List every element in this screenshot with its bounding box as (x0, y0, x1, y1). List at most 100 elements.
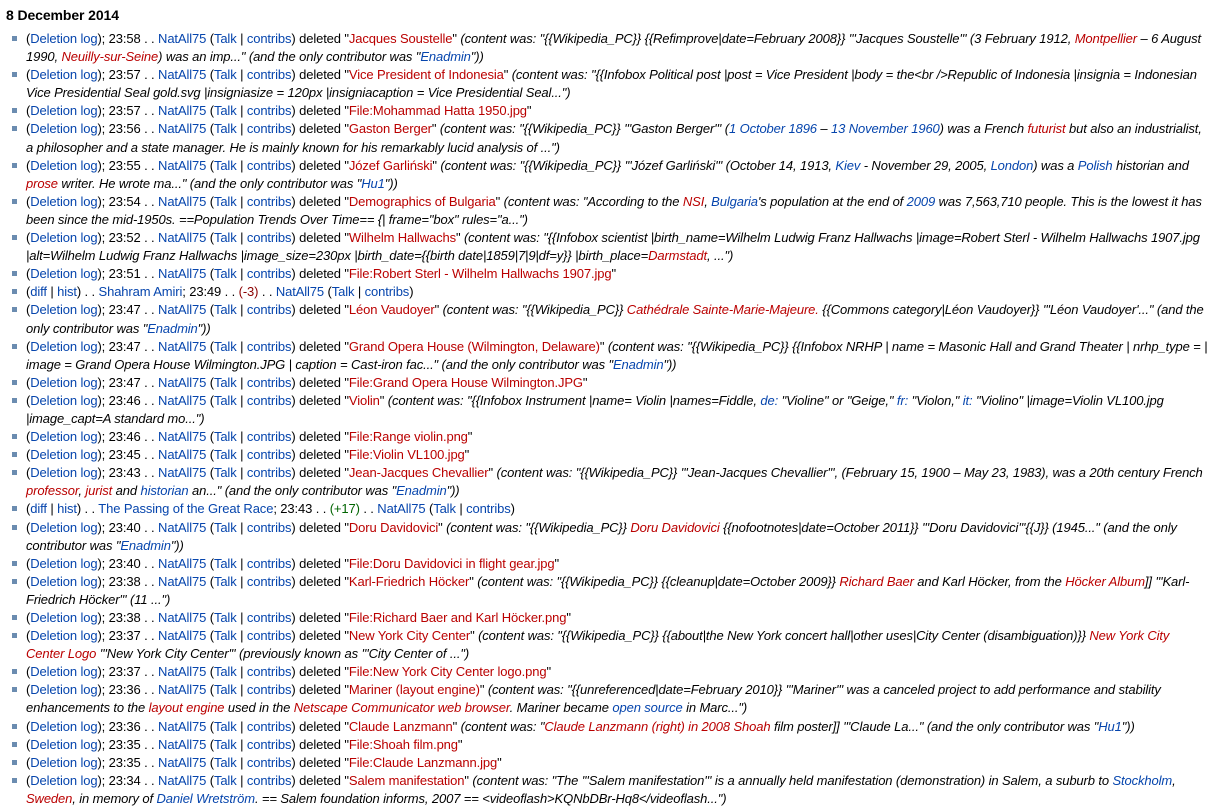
deletion-log-link[interactable]: Deletion log (30, 429, 97, 444)
deleted-page-link[interactable]: Grand Opera House (Wilmington, Delaware) (349, 339, 600, 354)
summary-link[interactable]: Höcker Album (1065, 574, 1145, 589)
summary-link[interactable]: Neuilly-sur-Seine (61, 49, 158, 64)
deleted-page-link[interactable]: Doru Davidovici (349, 520, 438, 535)
summary-link[interactable]: Bulgaria (711, 194, 758, 209)
summary-link[interactable]: it: (963, 393, 973, 408)
user-link[interactable]: NatAll75 (158, 31, 206, 46)
deletion-log-link[interactable]: Deletion log (30, 393, 97, 408)
summary-link[interactable]: Enadmin (420, 49, 471, 64)
summary-link[interactable]: Claude Lanzmann (right) in 2008 Shoah (544, 719, 770, 734)
summary-link[interactable]: NSI (683, 194, 704, 209)
user-link[interactable]: NatAll75 (158, 302, 206, 317)
user-link[interactable]: NatAll75 (158, 375, 206, 390)
summary-link[interactable]: Richard Baer (839, 574, 914, 589)
deletion-log-link[interactable]: Deletion log (30, 465, 97, 480)
user-link[interactable]: NatAll75 (158, 103, 206, 118)
summary-link[interactable]: open source (612, 700, 682, 715)
user-link[interactable]: NatAll75 (158, 447, 206, 462)
deleted-page-link[interactable]: File:Grand Opera House Wilmington.JPG (349, 375, 583, 390)
user-link[interactable]: NatAll75 (158, 737, 206, 752)
user-contribs-link[interactable]: contribs (247, 393, 292, 408)
user-contribs-link[interactable]: contribs (247, 194, 292, 209)
deleted-page-link[interactable]: Karl-Friedrich Höcker (349, 574, 469, 589)
summary-link[interactable]: professor (26, 483, 79, 498)
deletion-log-link[interactable]: Deletion log (30, 628, 97, 643)
deleted-page-link[interactable]: File:Robert Sterl - Wilhelm Hallwachs 19… (349, 266, 612, 281)
deleted-page-link[interactable]: Salem manifestation (349, 773, 465, 788)
user-link[interactable]: NatAll75 (158, 266, 206, 281)
deleted-page-link[interactable]: File:Range violin.png (349, 429, 468, 444)
user-link[interactable]: NatAll75 (158, 628, 206, 643)
deletion-log-link[interactable]: Deletion log (30, 230, 97, 245)
user-talk-link[interactable]: Talk (214, 755, 237, 770)
user-contribs-link[interactable]: contribs (247, 121, 292, 136)
deleted-page-link[interactable]: Vice President of Indonesia (349, 67, 504, 82)
user-talk-link[interactable]: Talk (214, 375, 237, 390)
deletion-log-link[interactable]: Deletion log (30, 302, 97, 317)
summary-link[interactable]: Enadmin (396, 483, 447, 498)
summary-link[interactable]: layout engine (149, 700, 225, 715)
user-contribs-link[interactable]: contribs (247, 375, 292, 390)
user-link[interactable]: NatAll75 (158, 755, 206, 770)
summary-link[interactable]: Netscape Communicator web browser (294, 700, 510, 715)
user-talk-link[interactable]: Talk (214, 230, 237, 245)
summary-link[interactable]: London (991, 158, 1034, 173)
deletion-log-link[interactable]: Deletion log (30, 664, 97, 679)
user-contribs-link[interactable]: contribs (247, 556, 292, 571)
user-talk-link[interactable]: Talk (214, 393, 237, 408)
deletion-log-link[interactable]: Deletion log (30, 339, 97, 354)
user-talk-link[interactable]: Talk (214, 429, 237, 444)
user-talk-link[interactable]: Talk (214, 31, 237, 46)
user-talk-link[interactable]: Talk (214, 719, 237, 734)
user-link[interactable]: NatAll75 (158, 194, 206, 209)
deleted-page-link[interactable]: Jean-Jacques Chevallier (349, 465, 489, 480)
summary-link[interactable]: historian (140, 483, 188, 498)
user-talk-link[interactable]: Talk (214, 574, 237, 589)
deletion-log-link[interactable]: Deletion log (30, 737, 97, 752)
deleted-page-link[interactable]: Gaston Berger (349, 121, 432, 136)
deletion-log-link[interactable]: Deletion log (30, 194, 97, 209)
user-contribs-link[interactable]: contribs (247, 158, 292, 173)
user-link[interactable]: NatAll75 (158, 339, 206, 354)
user-link[interactable]: NatAll75 (158, 719, 206, 734)
summary-link[interactable]: Enadmin (120, 538, 171, 553)
summary-link[interactable]: Darmstadt (648, 248, 707, 263)
user-talk-link[interactable]: Talk (214, 302, 237, 317)
deletion-log-link[interactable]: Deletion log (30, 158, 97, 173)
diff-link[interactable]: diff (30, 284, 47, 299)
deletion-log-link[interactable]: Deletion log (30, 121, 97, 136)
user-talk-link[interactable]: Talk (214, 266, 237, 281)
summary-link[interactable]: 2009 (907, 194, 936, 209)
user-link[interactable]: NatAll75 (158, 67, 206, 82)
deletion-log-link[interactable]: Deletion log (30, 520, 97, 535)
user-contribs-link[interactable]: contribs (247, 773, 292, 788)
deletion-log-link[interactable]: Deletion log (30, 266, 97, 281)
deletion-log-link[interactable]: Deletion log (30, 31, 97, 46)
user-contribs-link[interactable]: contribs (247, 520, 292, 535)
user-link[interactable]: NatAll75 (377, 501, 425, 516)
deleted-page-link[interactable]: File:Mohammad Hatta 1950.jpg (349, 103, 527, 118)
user-link[interactable]: NatAll75 (158, 230, 206, 245)
user-talk-link[interactable]: Talk (214, 556, 237, 571)
user-talk-link[interactable]: Talk (433, 501, 456, 516)
user-contribs-link[interactable]: contribs (247, 755, 292, 770)
deletion-log-link[interactable]: Deletion log (30, 574, 97, 589)
user-talk-link[interactable]: Talk (214, 682, 237, 697)
summary-link[interactable]: Enadmin (147, 321, 198, 336)
user-talk-link[interactable]: Talk (214, 628, 237, 643)
user-contribs-link[interactable]: contribs (247, 610, 292, 625)
user-link[interactable]: NatAll75 (276, 284, 324, 299)
deleted-page-link[interactable]: File:Doru Davidovici in flight gear.jpg (349, 556, 555, 571)
summary-link[interactable]: Cathédrale Sainte-Marie-Majeure. (627, 302, 819, 317)
hist-link[interactable]: hist (57, 501, 77, 516)
user-contribs-link[interactable]: contribs (247, 574, 292, 589)
user-link[interactable]: NatAll75 (158, 429, 206, 444)
user-contribs-link[interactable]: contribs (247, 230, 292, 245)
user-link[interactable]: NatAll75 (158, 465, 206, 480)
user-link[interactable]: NatAll75 (158, 393, 206, 408)
user-contribs-link[interactable]: contribs (247, 31, 292, 46)
deleted-page-link[interactable]: File:New York City Center logo.png (349, 664, 547, 679)
edited-page-link[interactable]: The Passing of the Great Race (98, 501, 273, 516)
user-contribs-link[interactable]: contribs (247, 465, 292, 480)
user-talk-link[interactable]: Talk (214, 664, 237, 679)
